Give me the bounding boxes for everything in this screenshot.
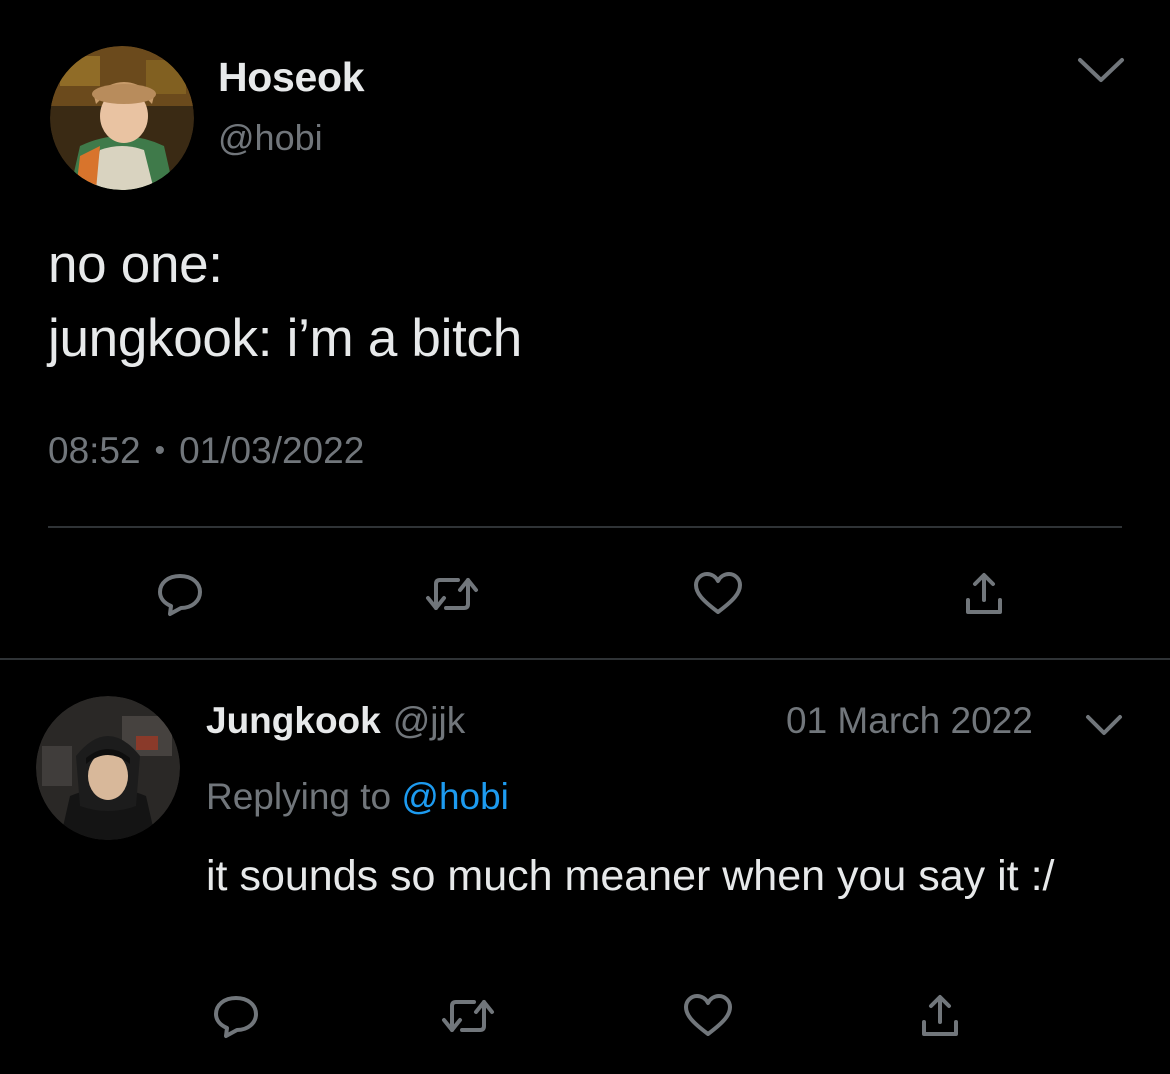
tweet-text-line: jungkook: i’m a bitch	[48, 309, 522, 368]
replying-to-label: Replying to	[206, 776, 392, 817]
reply-author-name[interactable]: Jungkook	[206, 700, 381, 742]
reply-header: Jungkook @jjk	[206, 700, 465, 742]
reply-text: it sounds so much meaner when you say it…	[206, 852, 1055, 900]
author-handle[interactable]: @hobi	[218, 117, 323, 159]
replying-to: Replying to @hobi	[206, 776, 509, 818]
like-icon[interactable]	[680, 988, 736, 1044]
replying-to-mention[interactable]: @hobi	[401, 776, 509, 817]
jungkook-avatar[interactable]	[36, 696, 180, 840]
hoseok-avatar[interactable]	[50, 46, 194, 190]
tweet-detail-page: Hoseok @hobi no one: jungkook: i’m a bit…	[0, 0, 1170, 1074]
tweet-text: no one: jungkook: i’m a bitch	[48, 228, 522, 376]
reply-icon[interactable]	[152, 566, 208, 622]
share-icon[interactable]	[956, 566, 1012, 622]
divider	[48, 526, 1122, 528]
tweet-timestamp: 08:52 • 01/03/2022	[48, 430, 364, 472]
reply-author-handle[interactable]: @jjk	[393, 700, 466, 742]
chevron-down-icon[interactable]	[1076, 52, 1126, 86]
share-icon[interactable]	[912, 988, 968, 1044]
chevron-down-icon[interactable]	[1084, 712, 1124, 738]
reply-icon[interactable]	[208, 988, 264, 1044]
like-icon[interactable]	[690, 566, 746, 622]
tweet-text-line: no one:	[48, 235, 223, 294]
author-name[interactable]: Hoseok	[218, 54, 365, 101]
tweet-date: 01/03/2022	[179, 430, 365, 471]
retweet-icon[interactable]	[424, 566, 480, 622]
reply-date: 01 March 2022	[786, 700, 1033, 741]
tweet-time: 08:52	[48, 430, 141, 471]
retweet-icon[interactable]	[440, 988, 496, 1044]
divider	[0, 658, 1170, 660]
meta-separator: •	[154, 434, 166, 467]
